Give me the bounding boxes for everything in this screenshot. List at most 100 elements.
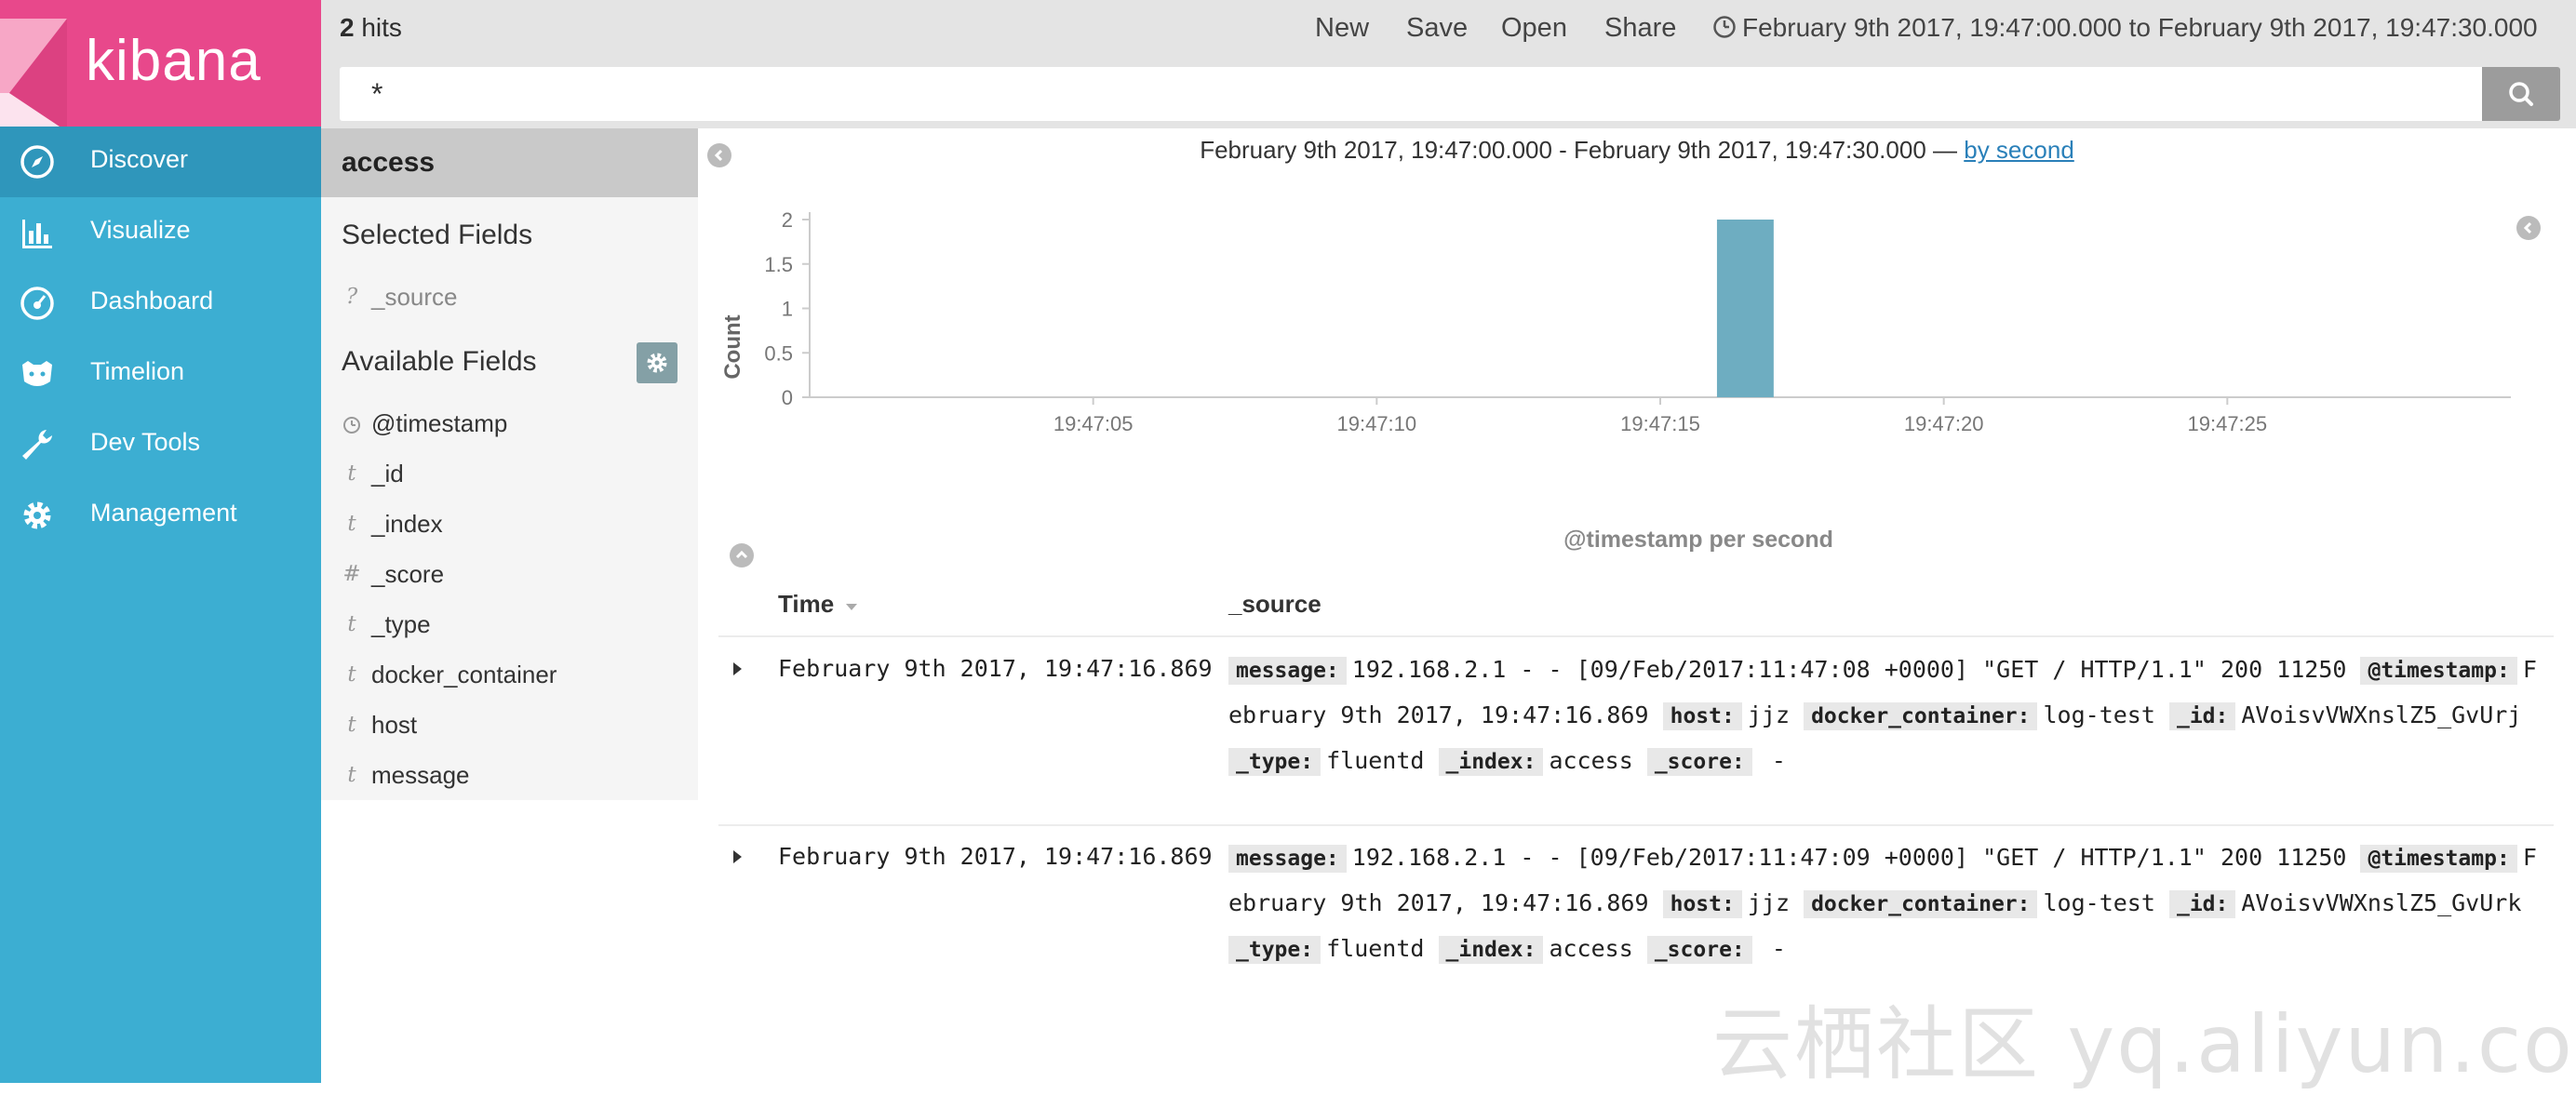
x-axis: 19:47:05 19:47:10 19:47:15 19:47:20 19:47:25: [810, 396, 2511, 435]
source-value: access: [1549, 935, 1633, 962]
source-value: 192.168.2.1 - - [09/Feb/2017:11:47:08 +0…: [1351, 656, 2347, 683]
nav-item-management[interactable]: Management: [0, 480, 321, 551]
kibana-logo[interactable]: kibana: [0, 0, 321, 130]
x-axis-label: @timestamp per second: [1563, 527, 1833, 553]
expand-row-button[interactable]: [733, 850, 742, 863]
dashboard-icon: [20, 287, 54, 320]
side-nav: kibana Discover Visualize Dashboard Time…: [0, 0, 321, 1083]
selected-fields-title: Selected Fields: [342, 220, 533, 250]
histogram-range-text: February 9th 2017, 19:47:00.000 - Februa…: [1200, 136, 1958, 164]
search-button[interactable]: [2482, 67, 2560, 121]
clock-icon: [343, 417, 360, 434]
collapse-table-button[interactable]: [730, 543, 754, 568]
row-time: February 9th 2017, 19:47:16.869: [778, 843, 1213, 870]
source-key: _index:: [1438, 748, 1544, 776]
y-axis: 0 0.5 1 1.5 2: [764, 208, 811, 409]
source-value: fluentd: [1326, 747, 1425, 774]
row-source: message: 192.168.2.1 - - [09/Feb/2017:11:…: [1228, 648, 2550, 784]
share-button[interactable]: Share: [1604, 13, 1676, 44]
x-tick-label: 19:47:25: [2188, 412, 2268, 435]
bars: [1716, 220, 1774, 397]
field-type-string: t: [347, 612, 356, 636]
compass-icon: [20, 145, 54, 179]
field-type-string: t: [347, 713, 356, 737]
field-type-number: #: [342, 562, 361, 586]
gear-icon: [23, 501, 51, 529]
histogram-bar: [1716, 220, 1774, 397]
brand-name: kibana: [86, 29, 262, 93]
nav-item-dev-tools[interactable]: Dev Tools: [0, 409, 321, 480]
field-name: _index: [371, 510, 443, 538]
nav-item-discover[interactable]: Discover: [0, 127, 321, 197]
nav-label-management: Management: [90, 499, 237, 527]
y-axis-label: Count: [720, 314, 745, 379]
field-name: @timestamp: [371, 409, 508, 437]
x-tick-label: 19:47:15: [1620, 412, 1700, 435]
index-pattern-header[interactable]: access: [321, 128, 698, 197]
nav-label-dashboard: Dashboard: [90, 287, 214, 314]
search-icon: [2509, 82, 2533, 106]
source-value: -: [1757, 935, 1786, 962]
clock-icon: [1713, 16, 1736, 38]
field-item-host[interactable]: t host: [342, 709, 695, 746]
field-type-string: t: [347, 512, 356, 536]
field-name: _id: [371, 460, 404, 487]
bar-chart-icon: [22, 220, 52, 248]
field-item-docker-container[interactable]: t docker_container: [342, 659, 695, 696]
nav-label-dev-tools: Dev Tools: [90, 428, 201, 456]
column-header-time[interactable]: Time: [778, 590, 859, 619]
field-item-index[interactable]: t _index: [342, 508, 695, 545]
nav-label-timelion: Timelion: [90, 357, 185, 385]
x-tick-label: 19:47:10: [1337, 412, 1417, 435]
nav-label-visualize: Visualize: [90, 216, 191, 244]
source-key: message:: [1228, 657, 1347, 685]
interval-link[interactable]: by second: [1964, 136, 2074, 164]
source-key: host:: [1662, 702, 1742, 730]
field-item-score[interactable]: # _score: [342, 558, 695, 595]
field-name: host: [371, 711, 418, 739]
y-tick-label: 2: [782, 208, 793, 232]
field-sidebar: access Selected Fields ? _source Availab…: [321, 128, 698, 800]
open-button[interactable]: Open: [1501, 13, 1567, 44]
field-name: message: [371, 761, 470, 789]
source-value: jjz: [1747, 889, 1791, 916]
field-name: docker_container: [371, 661, 557, 688]
row-source: message: 192.168.2.1 - - [09/Feb/2017:11:…: [1228, 835, 2550, 972]
y-tick-label: 1.5: [764, 253, 793, 276]
source-key: docker_container:: [1804, 702, 2038, 730]
source-value: 192.168.2.1 - - [09/Feb/2017:11:47:09 +0…: [1351, 844, 2347, 871]
column-header-source[interactable]: _source: [1228, 590, 1322, 619]
sort-down-icon: [846, 604, 858, 610]
timelion-icon: [22, 361, 52, 386]
y-tick-label: 0.5: [764, 341, 793, 365]
nav-item-visualize[interactable]: Visualize: [0, 197, 321, 268]
nav-item-timelion[interactable]: Timelion: [0, 339, 321, 409]
y-tick-label: 0: [782, 386, 793, 409]
source-key: _id:: [2168, 890, 2236, 918]
source-key: message:: [1228, 845, 1347, 873]
nav-item-dashboard[interactable]: Dashboard: [0, 268, 321, 339]
field-item-source[interactable]: ? _source: [342, 281, 695, 318]
field-item-message[interactable]: t message: [342, 759, 695, 796]
row-time: February 9th 2017, 19:47:16.869: [778, 655, 1213, 682]
search-input[interactable]: [340, 67, 2475, 121]
index-pattern-name: access: [342, 147, 436, 178]
field-item-type[interactable]: t _type: [342, 608, 695, 646]
source-key: docker_container:: [1804, 890, 2038, 918]
expand-row-button[interactable]: [733, 662, 742, 675]
field-settings-button[interactable]: [637, 342, 678, 383]
histogram-range: February 9th 2017, 19:47:00.000 - Februa…: [698, 136, 2576, 165]
field-item-timestamp[interactable]: @timestamp: [342, 407, 695, 445]
save-button[interactable]: Save: [1406, 13, 1468, 44]
new-button[interactable]: New: [1315, 13, 1369, 44]
source-value: -: [1757, 747, 1786, 774]
time-picker[interactable]: February 9th 2017, 19:47:00.000 to Febru…: [1712, 13, 2538, 43]
watermark: 云栖社区 yq.aliyun.com: [1712, 998, 2576, 1091]
field-item-id[interactable]: t _id: [342, 458, 695, 495]
field-name: _type: [371, 610, 431, 638]
time-range-label: February 9th 2017, 19:47:00.000 to Febru…: [1742, 13, 2538, 42]
gear-icon: [647, 353, 667, 373]
source-value: log-test: [2043, 889, 2155, 916]
hits-number: 2: [340, 13, 355, 42]
field-name: _source: [371, 283, 458, 311]
